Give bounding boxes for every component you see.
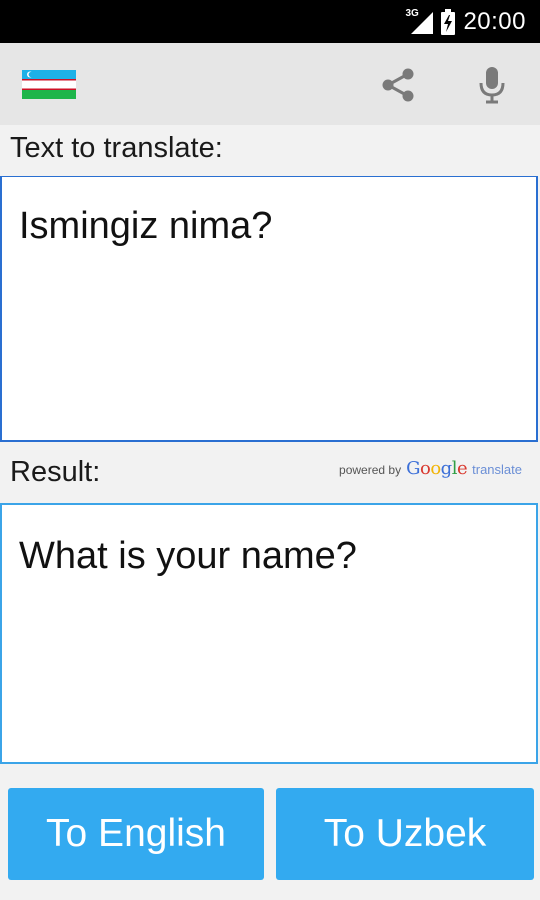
battery-icon <box>441 8 456 35</box>
to-english-button[interactable]: To English <box>8 788 264 880</box>
action-bar <box>0 43 540 125</box>
to-uzbek-button[interactable]: To Uzbek <box>276 788 534 880</box>
status-indicators: 3G 20:00 <box>405 0 526 43</box>
result-label: Result: <box>10 456 101 488</box>
powered-by-text: powered by <box>339 463 402 477</box>
powered-by-google-attribution: powered by Google translate <box>339 458 522 486</box>
status-bar: 3G 20:00 <box>0 0 540 43</box>
share-button[interactable] <box>374 61 422 109</box>
uzbekistan-flag-icon[interactable] <box>22 70 76 99</box>
result-text: What is your name? <box>19 535 357 577</box>
share-icon <box>382 68 414 102</box>
translate-text: translate <box>472 462 522 477</box>
microphone-button[interactable] <box>468 61 516 109</box>
input-label: Text to translate: <box>10 132 223 164</box>
result-output[interactable]: What is your name? <box>0 503 538 764</box>
text-to-translate-input[interactable]: Ismingiz nima? <box>0 176 538 442</box>
signal-icon <box>411 11 434 34</box>
input-text[interactable]: Ismingiz nima? <box>19 205 272 248</box>
clock: 20:00 <box>463 7 526 35</box>
google-logo: Google <box>406 458 468 479</box>
network-indicator: 3G <box>405 8 434 36</box>
microphone-icon <box>479 67 505 104</box>
